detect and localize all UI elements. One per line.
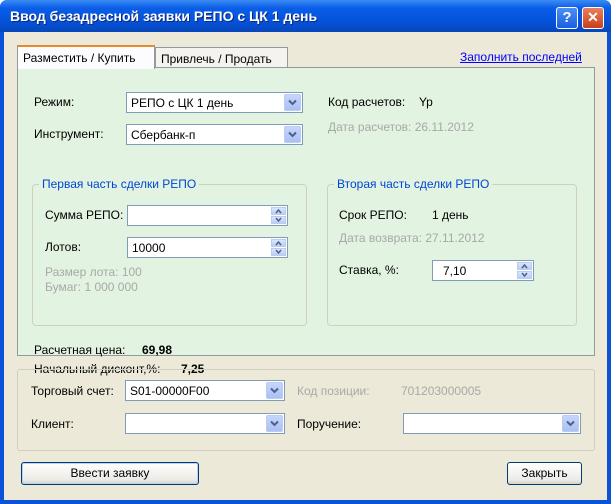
order-select[interactable]: [403, 413, 581, 434]
settle-code-label: Код расчетов:: [328, 95, 406, 109]
tab-place-buy[interactable]: Разместить / Купить: [17, 45, 155, 69]
tab-panel: Режим: РЕПО с ЦК 1 день Инструмент: Сбер…: [17, 67, 595, 376]
rate-value: 7,10: [443, 264, 467, 278]
mode-select[interactable]: РЕПО с ЦК 1 день: [126, 92, 303, 113]
instrument-value: Сбербанк-п: [131, 128, 196, 142]
securities-count: Бумаг: 1 000 000: [45, 280, 138, 294]
settle-code-value: Yp: [419, 95, 433, 109]
mode-value: РЕПО с ЦК 1 день: [131, 96, 234, 110]
price-value: 69,98: [142, 343, 173, 357]
dialog-window: Ввод безадресной заявки РЕПО с ЦК 1 день…: [0, 0, 611, 504]
lots-label: Лотов:: [45, 240, 82, 254]
dialog-client-area: Разместить / Купить Привлечь / Продать З…: [4, 32, 607, 500]
tab-label: Разместить / Купить: [23, 51, 136, 65]
term-label: Срок РЕПО:: [339, 208, 407, 222]
rate-label: Ставка, %:: [339, 263, 399, 277]
submit-order-button[interactable]: Ввести заявку: [21, 462, 199, 485]
lot-size: Размер лота: 100: [45, 265, 142, 279]
group-title: Вторая часть сделки РЕПО: [334, 177, 493, 191]
order-label: Поручение:: [297, 417, 362, 431]
lots-value: 10000: [132, 241, 166, 255]
lots-input[interactable]: 10000: [127, 237, 288, 258]
chevron-down-icon[interactable]: [562, 415, 579, 432]
title-bar[interactable]: Ввод безадресной заявки РЕПО с ЦК 1 день…: [0, 0, 611, 32]
client-label: Клиент:: [31, 417, 74, 431]
close-window-button[interactable]: ✕: [582, 7, 604, 29]
tab-label: Привлечь / Продать: [161, 52, 272, 66]
help-button[interactable]: ?: [556, 7, 578, 29]
account-panel: Торговый счет: S01-00000F00 Код позиции:…: [17, 369, 595, 451]
lots-spinner[interactable]: [271, 239, 286, 256]
chevron-up-icon[interactable]: [271, 207, 286, 215]
client-select[interactable]: [125, 413, 285, 434]
chevron-down-icon[interactable]: [271, 216, 286, 224]
chevron-up-icon[interactable]: [517, 262, 532, 270]
fill-last-link[interactable]: Заполнить последней: [460, 50, 582, 64]
chevron-down-icon[interactable]: [271, 248, 286, 256]
instrument-label: Инструмент:: [34, 127, 104, 141]
trade-account-value: S01-00000F00: [130, 384, 210, 398]
term-value: 1 день: [432, 208, 469, 222]
close-button[interactable]: Закрыть: [507, 462, 582, 485]
group-title: Первая часть сделки РЕПО: [39, 177, 200, 191]
first-part-group: Первая часть сделки РЕПО Сумма РЕПО: Лот…: [32, 177, 307, 326]
rate-input[interactable]: 7,10: [432, 260, 534, 281]
trade-account-select[interactable]: S01-00000F00: [125, 380, 285, 401]
chevron-down-icon[interactable]: [284, 94, 301, 111]
return-date: Дата возврата: 27.11.2012: [339, 231, 485, 245]
tab-attract-sell[interactable]: Привлечь / Продать: [155, 47, 288, 69]
rate-spinner[interactable]: [517, 262, 532, 279]
position-code-value: 701203000005: [401, 384, 482, 398]
second-part-group: Вторая часть сделки РЕПО Срок РЕПО: 1 де…: [327, 177, 577, 326]
chevron-up-icon[interactable]: [271, 239, 286, 247]
sum-spinner[interactable]: [271, 207, 286, 224]
instrument-select[interactable]: Сбербанк-п: [126, 124, 303, 145]
sum-repo-input[interactable]: [127, 205, 288, 226]
position-code-label: Код позиции:: [297, 384, 370, 398]
chevron-down-icon[interactable]: [284, 126, 301, 143]
mode-label: Режим:: [34, 95, 75, 109]
chevron-down-icon[interactable]: [517, 271, 532, 279]
trade-account-label: Торговый счет:: [31, 384, 114, 398]
window-title: Ввод безадресной заявки РЕПО с ЦК 1 день: [10, 8, 318, 24]
price-label: Расчетная цена:: [34, 343, 126, 357]
sum-label: Сумма РЕПО:: [45, 208, 124, 222]
settle-date: Дата расчетов: 26.11.2012: [328, 120, 474, 134]
chevron-down-icon[interactable]: [266, 415, 283, 432]
chevron-down-icon[interactable]: [266, 382, 283, 399]
